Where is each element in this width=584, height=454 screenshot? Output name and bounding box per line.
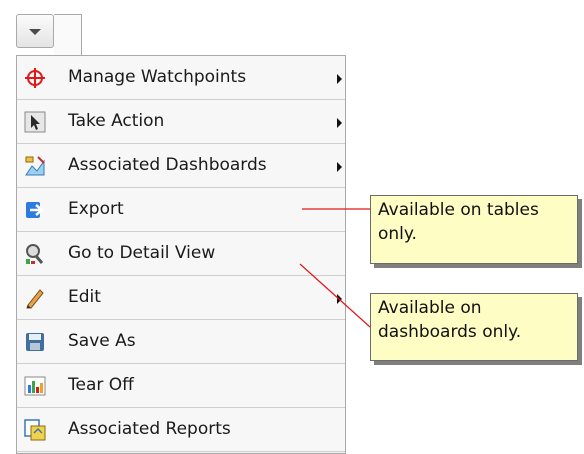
callout-text: Available on tables only.: [378, 200, 539, 244]
callout-text: Available on dashboards only.: [378, 298, 522, 342]
callout-tables-only: Available on tables only.: [370, 195, 578, 264]
callout-dashboards-only: Available on dashboards only.: [370, 293, 578, 361]
detail-view-connector-line: [299, 263, 371, 328]
